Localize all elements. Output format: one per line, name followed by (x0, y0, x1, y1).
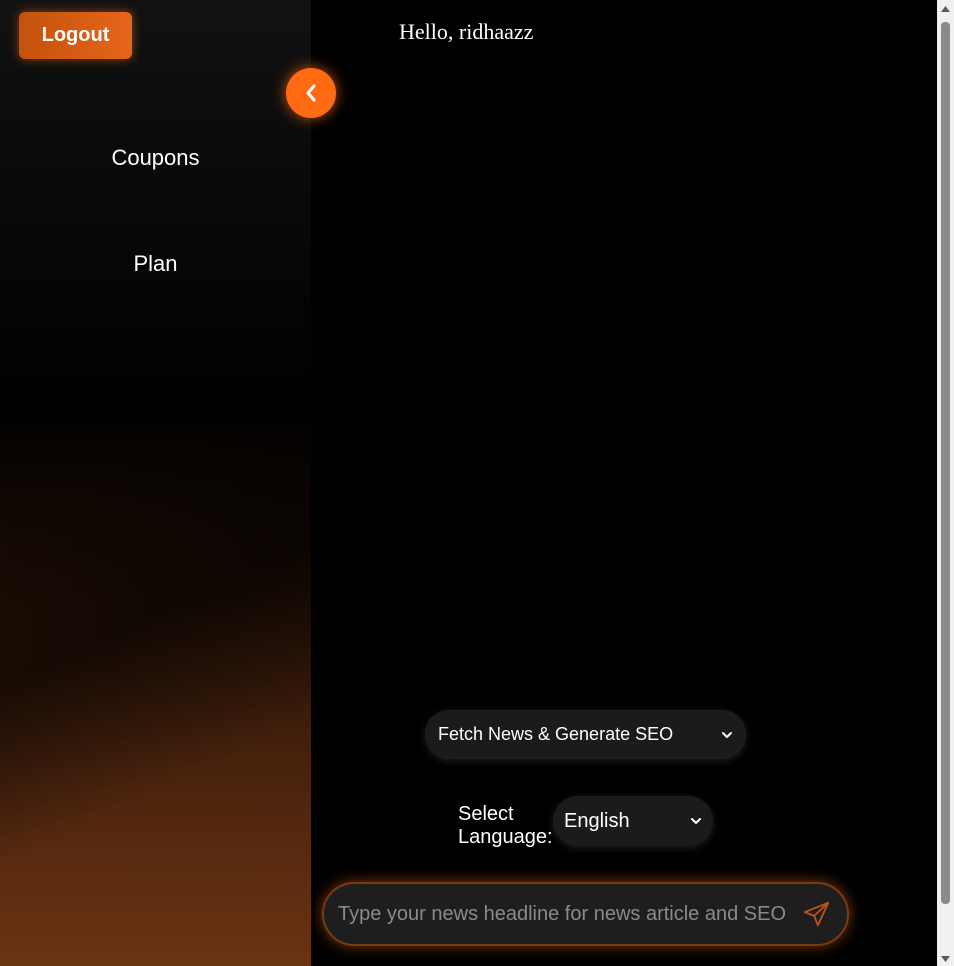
chevron-left-icon (306, 84, 316, 102)
collapse-sidebar-button[interactable] (286, 68, 336, 118)
language-select-value: English (564, 809, 630, 832)
sidebar-item-coupons[interactable]: Coupons (0, 145, 311, 171)
scroll-up-icon[interactable] (940, 5, 951, 13)
chevron-down-icon (722, 731, 732, 738)
logout-button[interactable]: Logout (19, 12, 132, 59)
sidebar: Logout Coupons Plan (0, 0, 311, 966)
mode-select[interactable]: Fetch News & Generate SEO (425, 710, 746, 759)
headline-input[interactable] (338, 894, 795, 934)
headline-input-container (322, 882, 849, 946)
scrollbar-thumb[interactable] (941, 22, 950, 904)
language-select[interactable]: English (553, 796, 713, 846)
sidebar-item-plan[interactable]: Plan (0, 251, 311, 277)
send-button[interactable] (801, 898, 833, 930)
scroll-down-icon[interactable] (940, 955, 951, 963)
chevron-down-icon (691, 818, 701, 824)
language-label: Select Language: (458, 803, 553, 848)
greeting-text: Hello, ridhaazz (399, 19, 534, 44)
mode-select-value: Fetch News & Generate SEO (438, 724, 674, 744)
send-icon (803, 901, 830, 927)
vertical-scrollbar[interactable] (937, 0, 954, 966)
